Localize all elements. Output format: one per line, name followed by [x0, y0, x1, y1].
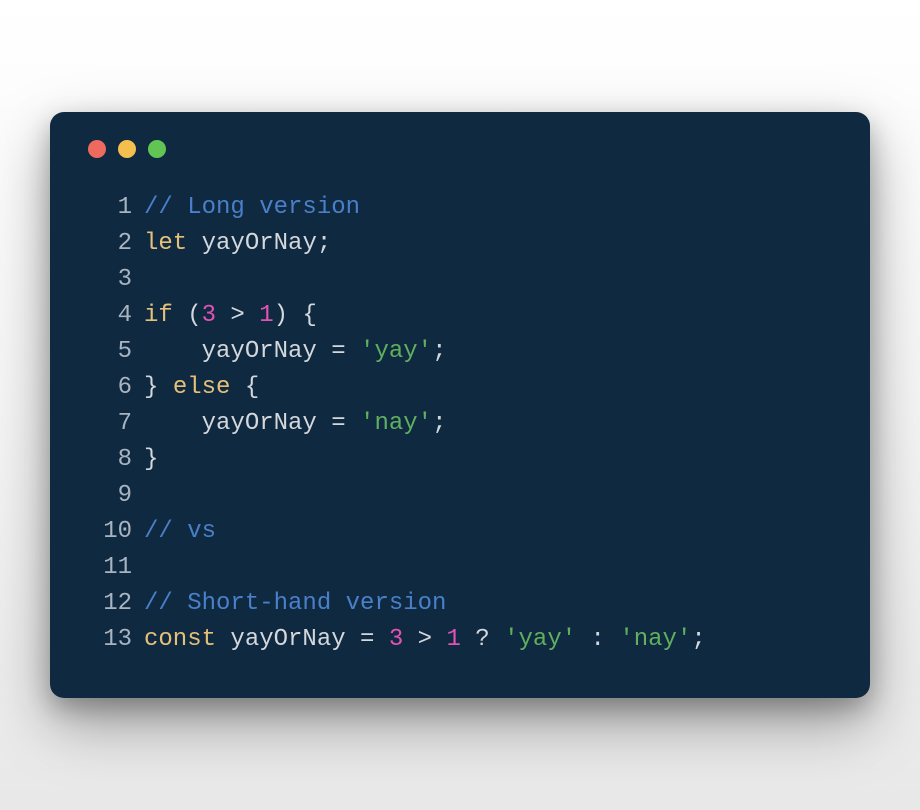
code-token: ? — [461, 626, 504, 653]
code-token: // Long version — [144, 194, 360, 221]
line-content: yayOrNay = 'nay'; — [144, 406, 836, 442]
line-content — [144, 478, 836, 514]
code-token: 3 — [389, 626, 403, 653]
code-line: 10 // vs — [84, 514, 836, 550]
line-content: const yayOrNay = 3 > 1 ? 'yay' : 'nay'; — [144, 622, 836, 658]
line-number: 2 — [84, 226, 132, 262]
code-token: ; — [317, 230, 331, 257]
code-line: 6} else { — [84, 370, 836, 406]
line-number: 13 — [84, 622, 132, 658]
line-content: // Short-hand version — [144, 586, 836, 622]
code-token: > — [403, 626, 446, 653]
code-line: 4 if (3 > 1) { — [84, 298, 836, 334]
line-number: 4 — [84, 298, 132, 334]
line-content — [144, 262, 836, 298]
code-token: = — [360, 626, 374, 653]
line-content: yayOrNay = 'yay'; — [144, 334, 836, 370]
code-token: 1 — [446, 626, 460, 653]
code-token: ) { — [274, 302, 317, 329]
code-token: yayOrNay — [144, 410, 331, 437]
line-content: // vs — [144, 514, 836, 550]
line-number: 5 — [84, 334, 132, 370]
window-controls — [88, 140, 836, 158]
code-token: > — [216, 302, 259, 329]
code-token: if — [144, 302, 173, 329]
code-token: // Short-hand version — [144, 590, 446, 617]
code-token: ; — [432, 410, 446, 437]
close-icon[interactable] — [88, 140, 106, 158]
code-token: ; — [691, 626, 705, 653]
code-token: yayOrNay — [216, 626, 360, 653]
code-line: 13const yayOrNay = 3 > 1 ? 'yay' : 'nay'… — [84, 622, 836, 658]
code-token — [346, 338, 360, 365]
code-content: 1 // Long version 2 let yayOrNay; 3 4 if (3 >… — [84, 190, 836, 658]
code-line: 1 // Long version — [84, 190, 836, 226]
line-number: 11 — [84, 550, 132, 586]
code-token: : — [576, 626, 619, 653]
code-token: 1 — [259, 302, 273, 329]
code-token: 'yay' — [504, 626, 576, 653]
line-number: 3 — [84, 262, 132, 298]
code-token: yayOrNay — [187, 230, 317, 257]
line-content: // Long version — [144, 190, 836, 226]
line-content: } — [144, 442, 836, 478]
code-token: ; — [432, 338, 446, 365]
line-content: } else { — [144, 370, 836, 406]
code-token: = — [331, 338, 345, 365]
code-token: 'nay' — [619, 626, 691, 653]
code-token — [346, 410, 360, 437]
code-token: let — [144, 230, 187, 257]
line-number: 8 — [84, 442, 132, 478]
line-number: 9 — [84, 478, 132, 514]
code-token: } — [144, 446, 158, 473]
code-line: 5 yayOrNay = 'yay'; — [84, 334, 836, 370]
code-token: ( — [173, 302, 202, 329]
code-token: = — [331, 410, 345, 437]
code-token: else — [173, 374, 231, 401]
code-line: 7 yayOrNay = 'nay'; — [84, 406, 836, 442]
line-number: 7 — [84, 406, 132, 442]
code-token: yayOrNay — [144, 338, 331, 365]
line-content: let yayOrNay; — [144, 226, 836, 262]
line-content — [144, 550, 836, 586]
code-line: 9 — [84, 478, 836, 514]
code-token: 3 — [202, 302, 216, 329]
line-number: 1 — [84, 190, 132, 226]
line-number: 6 — [84, 370, 132, 406]
code-line: 2 let yayOrNay; — [84, 226, 836, 262]
line-content: if (3 > 1) { — [144, 298, 836, 334]
code-token: 'yay' — [360, 338, 432, 365]
code-token: // vs — [144, 518, 216, 545]
code-token: } — [144, 374, 173, 401]
code-line: 11 — [84, 550, 836, 586]
code-token — [374, 626, 388, 653]
code-line: 8} — [84, 442, 836, 478]
code-editor-window: 1 // Long version 2 let yayOrNay; 3 4 if (3 >… — [50, 112, 870, 698]
code-token: { — [230, 374, 259, 401]
line-number: 10 — [84, 514, 132, 550]
code-token: 'nay' — [360, 410, 432, 437]
minimize-icon[interactable] — [118, 140, 136, 158]
maximize-icon[interactable] — [148, 140, 166, 158]
line-number: 12 — [84, 586, 132, 622]
code-token: const — [144, 626, 216, 653]
code-line: 3 — [84, 262, 836, 298]
code-line: 12 // Short-hand version — [84, 586, 836, 622]
